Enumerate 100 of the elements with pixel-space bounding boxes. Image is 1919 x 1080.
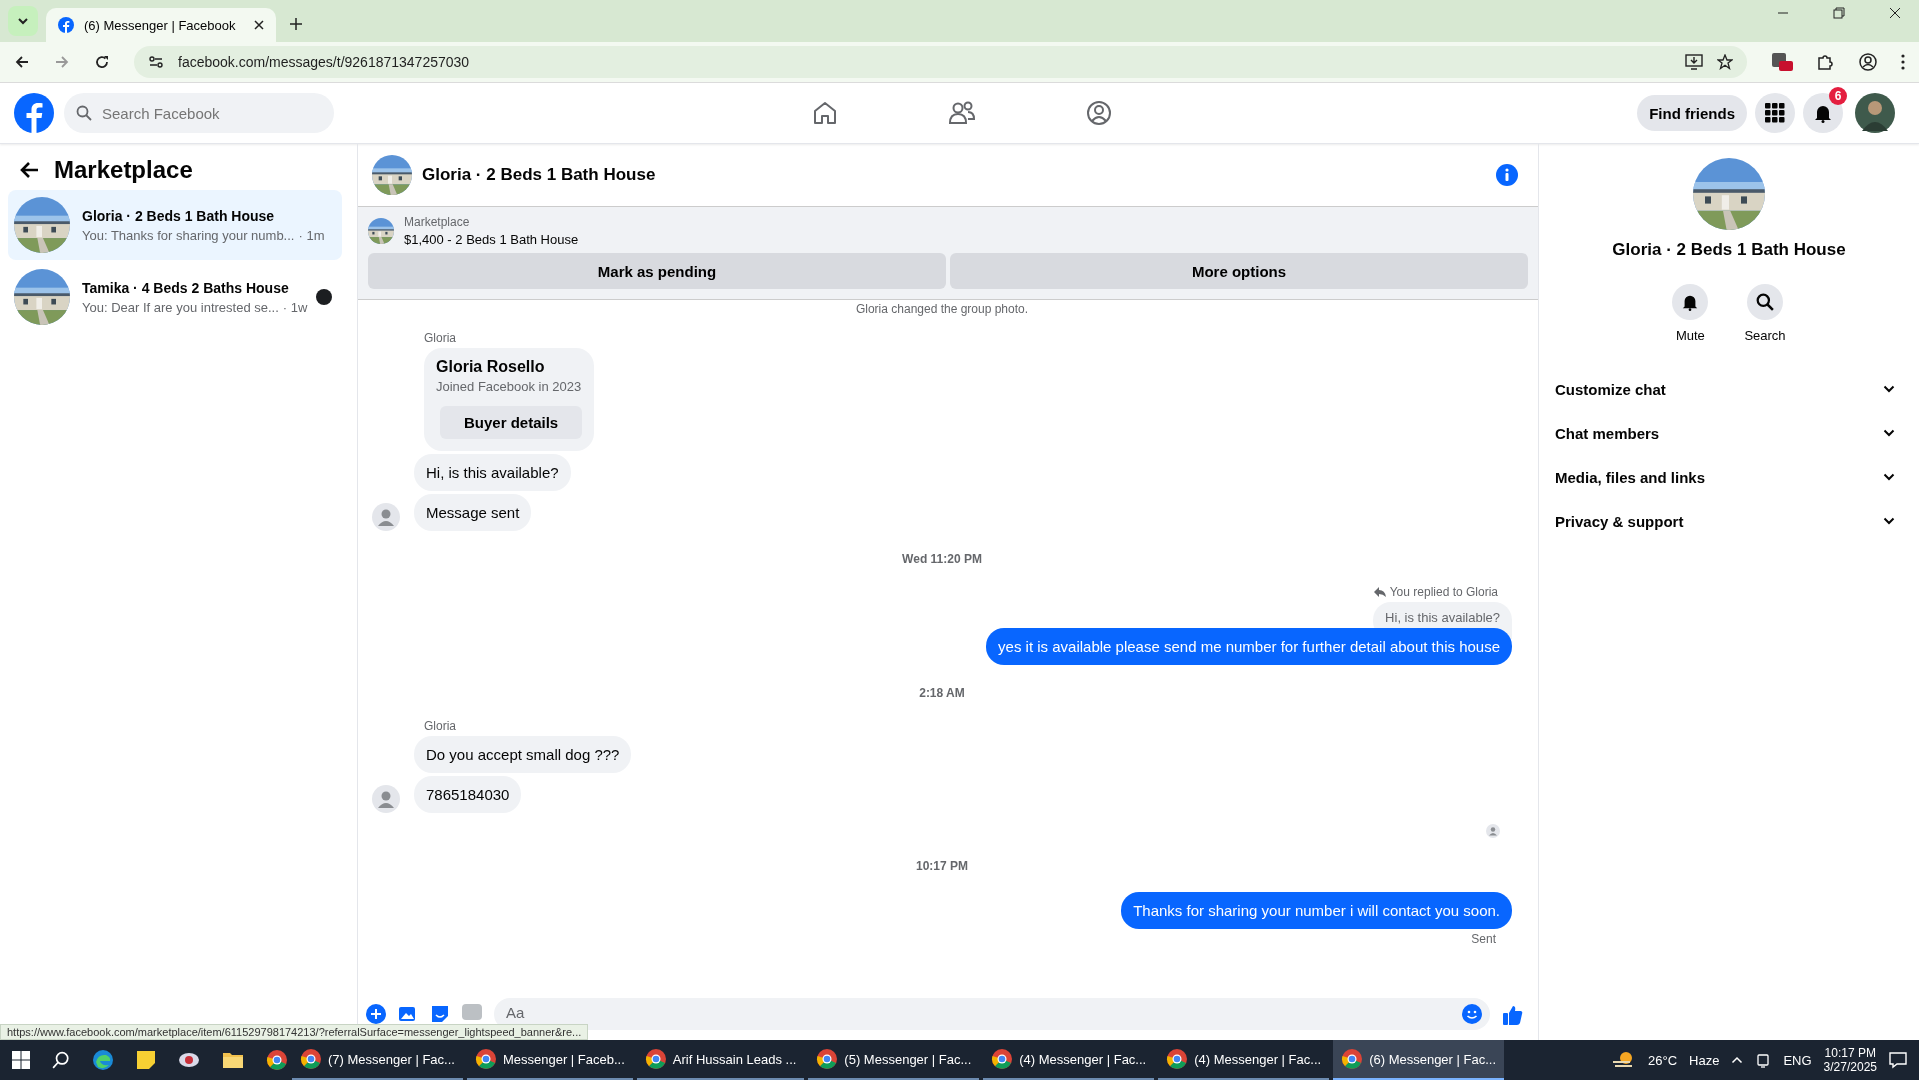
network-icon[interactable]: [1755, 1052, 1772, 1068]
language-indicator[interactable]: ENG: [1783, 1052, 1812, 1068]
emoji-icon[interactable]: [1462, 1004, 1482, 1024]
listing-action-button[interactable]: Mark as pending: [368, 253, 946, 289]
thumbs-up-icon[interactable]: [1502, 1004, 1524, 1026]
mute-button[interactable]: [1672, 284, 1709, 320]
message-time: · 1w: [282, 299, 308, 315]
chrome-icon: [991, 1048, 1014, 1070]
section-header[interactable]: Chat members: [1555, 411, 1895, 455]
outgoing-message: yes it is available please send me number for further detail about this house: [986, 628, 1512, 665]
chat-title: Gloria · 2 Beds 1 Bath House: [422, 165, 657, 185]
chevron-up-icon[interactable]: [1731, 1056, 1744, 1064]
tab-search-button[interactable]: [8, 6, 38, 36]
conversation-item[interactable]: Tamika · 4 Beds 2 Baths House You: Dear If are you intrested se... · 1w: [8, 262, 342, 332]
clock-date: 3/27/2025: [1823, 1060, 1877, 1074]
back-arrow-icon[interactable]: [14, 54, 30, 70]
buyer-detail: Joined Facebook in 2023: [436, 379, 582, 394]
grid-icon: [1765, 103, 1785, 123]
close-icon[interactable]: [1889, 7, 1901, 19]
search-icon[interactable]: [52, 1051, 70, 1069]
windows-icon[interactable]: [12, 1051, 30, 1069]
search-input[interactable]: Search Facebook: [100, 103, 322, 123]
section-header[interactable]: Privacy & support: [1555, 499, 1895, 543]
search-field[interactable]: Search Facebook: [64, 93, 334, 133]
star-icon[interactable]: [1717, 54, 1733, 70]
sender-name: Gloria: [424, 331, 457, 345]
back-arrow-icon[interactable]: [20, 161, 40, 179]
incoming-message: Hi, is this available?: [414, 454, 571, 491]
buyer-details-button[interactable]: Buyer details: [440, 406, 583, 439]
taskbar-window[interactable]: (5) Messenger | Fac...: [808, 1040, 980, 1080]
plus-icon[interactable]: [366, 1004, 386, 1024]
friends-icon[interactable]: [948, 100, 976, 126]
home-icon[interactable]: [812, 100, 838, 126]
extension-icon[interactable]: [1771, 52, 1793, 72]
search-icon: [1756, 293, 1774, 311]
install-icon[interactable]: [1685, 54, 1703, 70]
puzzle-icon[interactable]: [1817, 53, 1835, 71]
browser-tab[interactable]: (6) Messenger | Facebook: [46, 8, 276, 42]
conversation-name: Tamika · 4 Beds 2 Baths House: [82, 279, 290, 296]
account-avatar[interactable]: [1855, 93, 1895, 133]
reply-icon: [1373, 587, 1386, 597]
message-preview: You: Dear If are you intrested se...: [82, 299, 279, 315]
sender-name: Gloria: [424, 719, 457, 733]
chrome-icon: [816, 1048, 839, 1070]
more-icon[interactable]: [1901, 54, 1905, 70]
facebook-logo[interactable]: [14, 93, 54, 133]
person-icon: [1486, 824, 1500, 838]
chrome-icon: [474, 1048, 497, 1070]
listing-label: Marketplace: [404, 215, 471, 229]
taskbar-window[interactable]: Messenger | Faceb...: [466, 1040, 633, 1080]
new-tab-icon[interactable]: [290, 18, 302, 30]
sticker-icon[interactable]: [430, 1004, 450, 1024]
profile-icon[interactable]: [1859, 53, 1877, 71]
tab-title: (6) Messenger | Facebook: [84, 17, 237, 33]
sidebar-title: Marketplace: [54, 156, 193, 184]
timestamp: 10:17 PM: [915, 859, 969, 873]
chat-name: Gloria · 2 Beds 1 Bath House: [1612, 240, 1846, 260]
taskbar-window[interactable]: (6) Messenger | Fac...: [1333, 1040, 1505, 1080]
message-input[interactable]: Aa: [506, 1002, 1462, 1022]
restore-icon[interactable]: [1833, 7, 1845, 19]
image-icon[interactable]: [398, 1004, 418, 1024]
find-friends-button[interactable]: Find friends: [1637, 95, 1747, 131]
listing-title[interactable]: $1,400 - 2 Beds 1 Bath House: [404, 232, 579, 247]
search-icon: [76, 105, 92, 121]
chrome-icon: [266, 1049, 288, 1071]
taskbar-window[interactable]: (4) Messenger | Fac...: [983, 1040, 1155, 1080]
taskbar-window[interactable]: (7) Messenger | Fac...: [292, 1040, 463, 1080]
taskbar-window[interactable]: Arif Hussain Leads ...: [636, 1040, 805, 1080]
close-icon[interactable]: [254, 20, 264, 30]
conversation-item[interactable]: Gloria · 2 Beds 1 Bath House You: Thanks for sharing your numb... · 1m: [8, 190, 342, 260]
search-button[interactable]: [1747, 284, 1783, 320]
edge-icon[interactable]: [92, 1049, 114, 1071]
chrome-icon: [644, 1048, 667, 1070]
chrome-icon: [1341, 1048, 1364, 1070]
clock-time: 10:17 PM: [1824, 1046, 1876, 1060]
notification-badge: 6: [1829, 87, 1847, 105]
site-settings-icon[interactable]: [148, 54, 164, 70]
notification-icon[interactable]: [1889, 1051, 1907, 1069]
info-icon[interactable]: [1496, 164, 1518, 186]
section-header[interactable]: Customize chat: [1555, 367, 1895, 411]
notifications-button[interactable]: [1803, 93, 1843, 133]
reload-icon[interactable]: [94, 54, 110, 70]
reply-note: You replied to Gloria: [1389, 585, 1498, 599]
listing-action-button[interactable]: More options: [950, 253, 1528, 289]
chevron-down-icon: [1883, 429, 1895, 437]
chevron-down-icon: [1883, 385, 1895, 393]
message-time: · 1m: [298, 227, 325, 243]
action-label: Mute: [1675, 328, 1705, 343]
chrome-icon: [1166, 1048, 1189, 1070]
chevron-down-icon: [17, 17, 29, 25]
section-header[interactable]: Media, files and links: [1555, 455, 1895, 499]
sticky-note-icon[interactable]: [136, 1050, 156, 1070]
taskbar-window[interactable]: (4) Messenger | Fac...: [1158, 1040, 1330, 1080]
app-icon[interactable]: [178, 1050, 200, 1070]
link-tooltip: https://www.facebook.com/marketplace/item/611529798174213/?referralSurface=messenger_lightspeed_banner&re...: [0, 1024, 589, 1040]
profile-circle-icon[interactable]: [1086, 100, 1112, 126]
folder-icon[interactable]: [222, 1051, 244, 1069]
menu-button[interactable]: [1755, 93, 1795, 133]
forward-arrow-icon[interactable]: [54, 54, 70, 70]
conversation-name: Gloria · 2 Beds 1 Bath House: [82, 207, 276, 224]
